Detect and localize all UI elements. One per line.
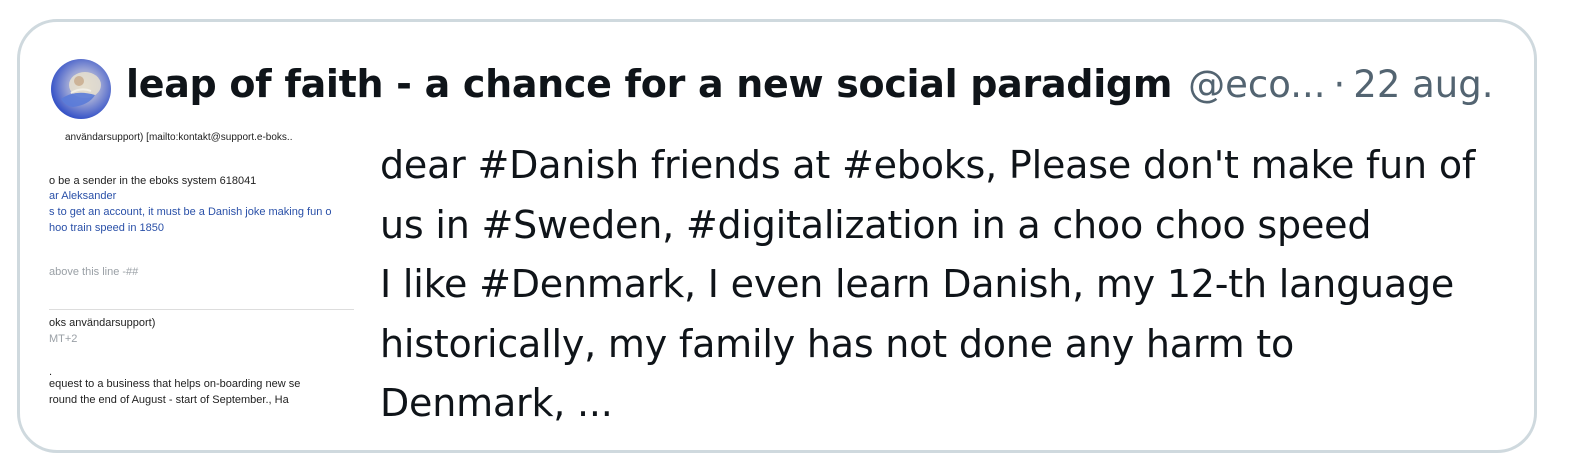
thumbnail-text-line: ar Aleksander — [49, 190, 117, 202]
thumbnail-divider — [49, 309, 354, 310]
post-text-line: us in #Sweden, #digitalization in a choo… — [380, 202, 1372, 247]
thumbnail-text-line: MT+2 — [49, 333, 78, 345]
thumbnail-text-line: o be a sender in the eboks system 618041 — [49, 175, 257, 187]
thumbnail-text-line: s to get an account, it must be a Danish… — [49, 206, 332, 218]
post-text-line: Denmark, ... — [380, 381, 613, 425]
thumbnail-text-line: above this line -## — [49, 266, 139, 278]
post-header: leap of faith - a chance for a new socia… — [126, 62, 1521, 118]
avatar[interactable] — [51, 59, 111, 119]
thumbnail-text-line: användarsupport) [mailto:kontakt@support… — [65, 132, 293, 143]
attached-image[interactable]: användarsupport) [mailto:kontakt@support… — [49, 126, 354, 416]
post-text[interactable]: dear #Danish friends at #eboks, Please d… — [380, 136, 1530, 434]
post-text-line: historically, my family has not done any… — [380, 321, 1295, 366]
thumbnail-text-line: hoo train speed in 1850 — [49, 222, 164, 234]
author-handle[interactable]: @eco... — [1188, 63, 1325, 106]
post-text-line: dear #Danish friends at #eboks, Please d… — [380, 143, 1476, 187]
thumbnail-text-line: . — [49, 366, 53, 378]
author-name[interactable]: leap of faith - a chance for a new socia… — [126, 62, 1172, 106]
thumbnail-text-line: equest to a business that helps on-board… — [49, 378, 301, 390]
post-card[interactable]: leap of faith - a chance for a new socia… — [17, 19, 1537, 453]
thumbnail-text-line: oks användarsupport) — [49, 317, 156, 329]
separator-dot: · — [1333, 63, 1346, 106]
thumbnail-text-line: round the end of August - start of Septe… — [49, 394, 289, 406]
post-text-line: I like #Denmark, I even learn Danish, my… — [380, 262, 1455, 306]
post-date[interactable]: 22 aug. — [1353, 63, 1493, 106]
